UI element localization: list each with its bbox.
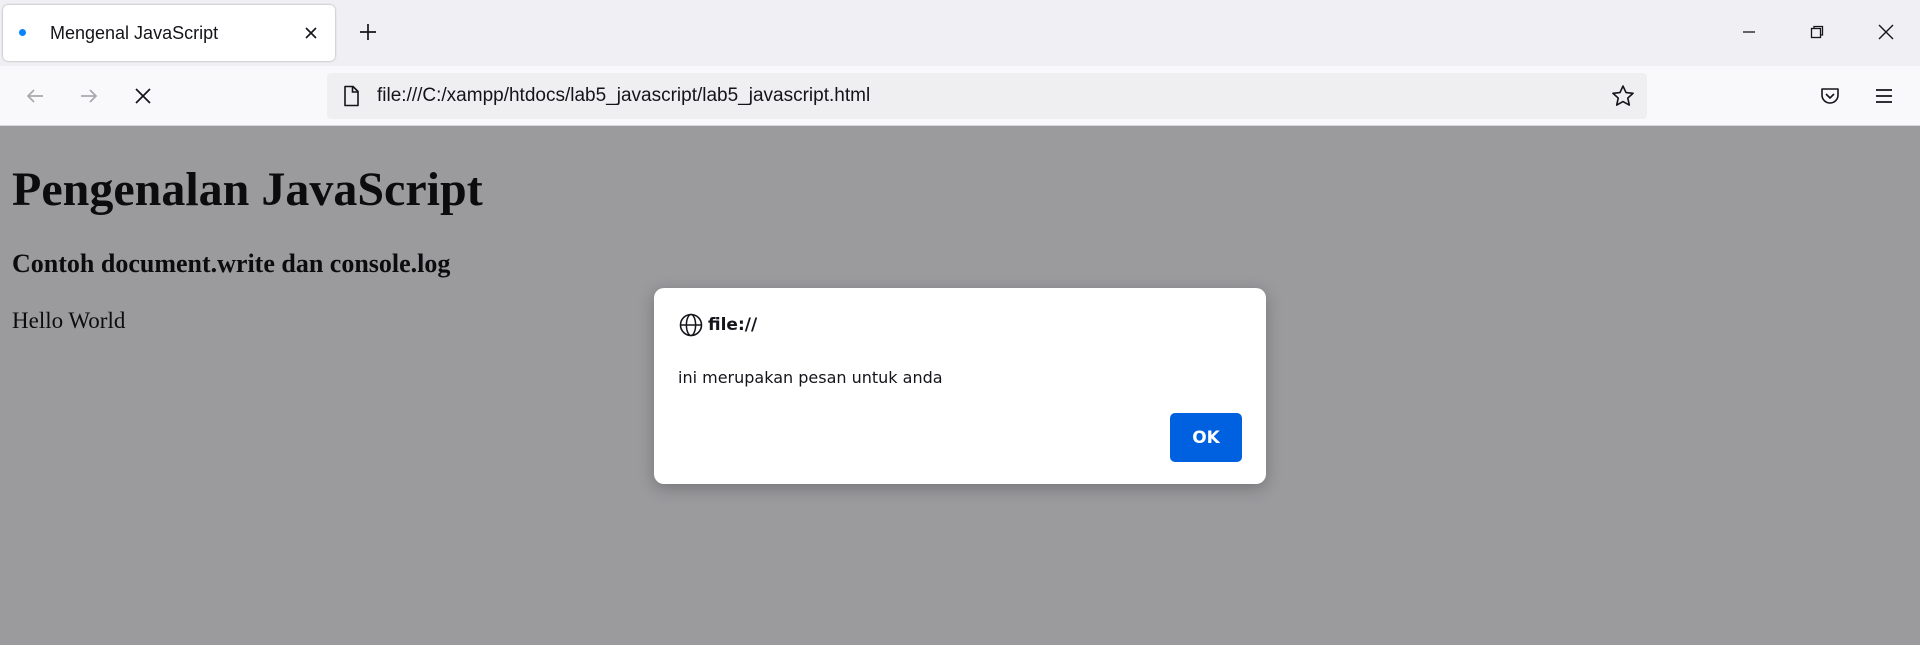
minimize-button[interactable]: [1729, 14, 1769, 50]
close-window-button[interactable]: [1866, 14, 1906, 50]
restore-icon: [1810, 25, 1824, 39]
minimize-icon: [1743, 31, 1755, 33]
page-text: Hello World: [12, 308, 126, 333]
hamburger-menu-icon: [1876, 89, 1892, 103]
page-subheading: Contoh document.write dan console.log: [12, 249, 451, 278]
page-heading: Pengenalan JavaScript: [12, 163, 483, 216]
alert-dialog: file:// ini merupakan pesan untuk anda O…: [654, 288, 1266, 484]
tab-active[interactable]: Mengenal JavaScript: [3, 5, 335, 61]
pocket-icon: [1821, 88, 1839, 104]
ok-button[interactable]: OK: [1170, 413, 1242, 462]
back-button[interactable]: [17, 78, 53, 114]
url-text[interactable]: file:///C:/xampp/htdocs/lab5_javascript/…: [377, 85, 870, 107]
plus-icon: [360, 24, 376, 40]
dialog-message: ini merupakan pesan untuk anda: [678, 368, 943, 387]
navigation-bar: file:///C:/xampp/htdocs/lab5_javascript/…: [0, 66, 1920, 126]
globe-icon: [679, 313, 703, 337]
stop-button[interactable]: [125, 78, 161, 114]
url-bar[interactable]: file:///C:/xampp/htdocs/lab5_javascript/…: [327, 73, 1647, 119]
restore-button[interactable]: [1797, 14, 1837, 50]
dialog-origin: file://: [708, 315, 758, 335]
arrow-right-icon: [81, 89, 98, 103]
stop-icon: [135, 88, 151, 104]
bookmark-star-icon[interactable]: [1609, 82, 1637, 110]
tab-title: Mengenal JavaScript: [50, 23, 219, 43]
pocket-button[interactable]: [1812, 78, 1848, 114]
arrow-left-icon: [26, 89, 43, 103]
tab-strip: Mengenal JavaScript: [0, 0, 1920, 66]
menu-button[interactable]: [1866, 78, 1902, 114]
tab-loading-indicator-icon: [19, 29, 26, 36]
close-icon: [1878, 24, 1894, 40]
forward-button[interactable]: [71, 78, 107, 114]
page-icon: [344, 85, 359, 107]
tab-close-icon[interactable]: [297, 19, 325, 47]
new-tab-button[interactable]: [352, 16, 384, 48]
